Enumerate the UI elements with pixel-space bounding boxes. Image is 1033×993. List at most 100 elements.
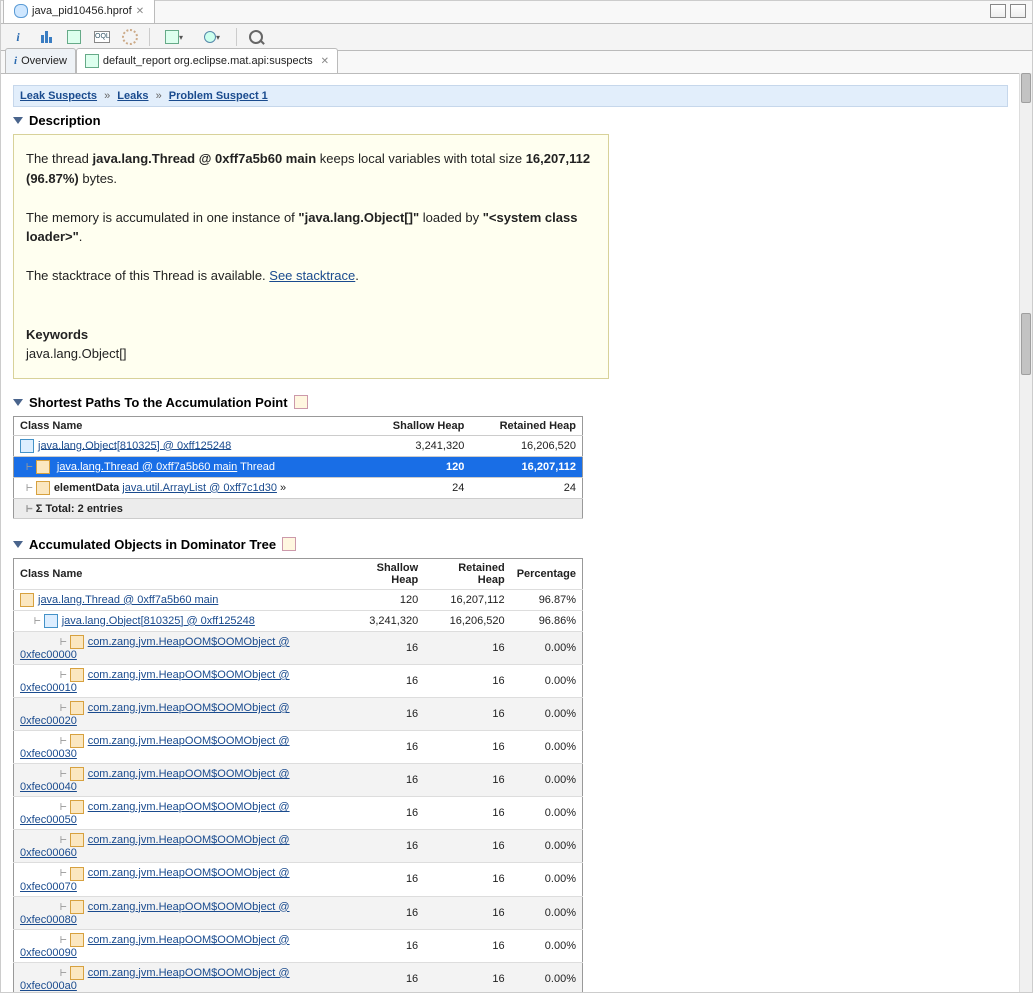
object-icon (70, 800, 84, 814)
scrollbar-thumb[interactable] (1021, 313, 1031, 375)
minimize-icon[interactable] (990, 4, 1006, 18)
section-title: Shortest Paths To the Accumulation Point (29, 395, 288, 410)
table-row[interactable]: ⊢ com.zang.jvm.HeapOOM$OOMObject @ 0xfec… (14, 731, 583, 764)
see-stacktrace-link[interactable]: See stacktrace (269, 268, 355, 283)
breadcrumb: Leak Suspects » Leaks » Problem Suspect … (13, 85, 1008, 107)
retained-heap: 16 (424, 731, 510, 764)
section-shortest-paths[interactable]: Shortest Paths To the Accumulation Point (13, 395, 1008, 410)
col-shallow[interactable]: Shallow Heap (343, 558, 424, 589)
db-icon[interactable]: ▾ (198, 28, 226, 46)
bar-chart-icon[interactable] (37, 28, 55, 46)
keywords-value: java.lang.Object[] (26, 344, 596, 364)
object-icon (70, 734, 84, 748)
info-icon[interactable]: i (9, 28, 27, 46)
gear-icon[interactable] (121, 28, 139, 46)
search-icon[interactable] (247, 28, 265, 46)
col-retained[interactable]: Retained Heap (424, 558, 510, 589)
object-icon (36, 481, 50, 495)
object-icon (36, 460, 50, 474)
object-icon (70, 933, 84, 947)
bc-problem-suspect[interactable]: Problem Suspect 1 (169, 90, 268, 102)
scrollbar-thumb[interactable] (1021, 73, 1031, 103)
editor-tab-title: java_pid10456.hprof (32, 5, 132, 17)
retained-heap: 16 (424, 797, 510, 830)
tab-label: default_report org.eclipse.mat.api:suspe… (103, 55, 313, 67)
total-row: ⊢ Σ Total: 2 entries (14, 498, 583, 518)
table-row[interactable]: ⊢ com.zang.jvm.HeapOOM$OOMObject @ 0xfec… (14, 664, 583, 697)
shallow-heap: 3,241,320 (343, 610, 424, 631)
shallow-heap: 16 (343, 929, 424, 962)
tab-report[interactable]: default_report org.eclipse.mat.api:suspe… (76, 48, 338, 73)
table-row[interactable]: ⊢ com.zang.jvm.HeapOOM$OOMObject @ 0xfec… (14, 830, 583, 863)
shallow-heap: 3,241,320 (365, 435, 470, 456)
class-link[interactable]: java.lang.Thread @ 0xff7a5b60 main (38, 594, 218, 606)
object-icon (70, 833, 84, 847)
shallow-heap: 120 (365, 456, 470, 477)
table-row[interactable]: java.lang.Object[810325] @ 0xff125248 3,2… (14, 435, 583, 456)
vertical-scrollbar[interactable] (1019, 73, 1032, 992)
col-class-name[interactable]: Class Name (14, 558, 343, 589)
class-link[interactable]: java.lang.Thread @ 0xff7a5b60 main (57, 461, 237, 473)
col-class-name[interactable]: Class Name (14, 416, 365, 435)
shortest-paths-table: Class Name Shallow Heap Retained Heap ja… (13, 416, 583, 519)
table-row[interactable]: ⊢ com.zang.jvm.HeapOOM$OOMObject @ 0xfec… (14, 764, 583, 797)
open-icon[interactable] (282, 537, 296, 551)
tab-overview[interactable]: i Overview (5, 48, 76, 73)
table-row[interactable]: ⊢ com.zang.jvm.HeapOOM$OOMObject @ 0xfec… (14, 697, 583, 730)
text: The thread (26, 151, 93, 166)
open-icon[interactable] (294, 395, 308, 409)
info-icon: i (14, 55, 17, 67)
class-link[interactable]: java.lang.Object[810325] @ 0xff125248 (38, 439, 231, 451)
table-row[interactable]: ⊢ com.zang.jvm.HeapOOM$OOMObject @ 0xfec… (14, 929, 583, 962)
retained-heap: 16,207,112 (470, 456, 582, 477)
bc-sep: » (104, 90, 110, 102)
col-percentage[interactable]: Percentage (511, 558, 583, 589)
bc-sep: » (156, 90, 162, 102)
close-icon[interactable]: ✕ (321, 56, 329, 67)
twistie-icon (13, 399, 23, 406)
table-row[interactable]: ⊢ com.zang.jvm.HeapOOM$OOMObject @ 0xfec… (14, 863, 583, 896)
text: keeps local variables with total size (316, 151, 526, 166)
class-link[interactable]: java.lang.Object[810325] @ 0xff125248 (62, 615, 255, 627)
object-icon (70, 900, 84, 914)
shallow-heap: 16 (343, 962, 424, 992)
object-icon (70, 635, 84, 649)
retained-heap: 16 (424, 929, 510, 962)
description-box: The thread java.lang.Thread @ 0xff7a5b60… (13, 134, 609, 379)
retained-heap: 16,206,520 (424, 610, 510, 631)
bc-leak-suspects[interactable]: Leak Suspects (20, 90, 97, 102)
section-description[interactable]: Description (13, 113, 1008, 128)
table-row[interactable]: ⊢ elementData java.util.ArrayList @ 0xff… (14, 477, 583, 498)
shallow-heap: 16 (343, 830, 424, 863)
table-row[interactable]: ⊢ com.zang.jvm.HeapOOM$OOMObject @ 0xfec… (14, 631, 583, 664)
col-retained[interactable]: Retained Heap (470, 416, 582, 435)
close-icon[interactable]: ✕ (136, 6, 144, 17)
table-row[interactable]: ⊢ java.lang.Thread @ 0xff7a5b60 main Thr… (14, 456, 583, 477)
table-row[interactable]: ⊢ com.zang.jvm.HeapOOM$OOMObject @ 0xfec… (14, 896, 583, 929)
table-row[interactable]: ⊢ java.lang.Object[810325] @ 0xff1252483… (14, 610, 583, 631)
query-icon[interactable]: OQL (93, 28, 111, 46)
table-row[interactable]: java.lang.Thread @ 0xff7a5b60 main 12016,… (14, 589, 583, 610)
section-dominator-tree[interactable]: Accumulated Objects in Dominator Tree (13, 537, 1008, 552)
class-icon (20, 439, 34, 453)
shallow-heap: 24 (365, 477, 470, 498)
shallow-heap: 120 (343, 589, 424, 610)
class-link[interactable]: java.util.ArrayList @ 0xff7c1d30 (122, 482, 277, 494)
percentage: 0.00% (511, 830, 583, 863)
col-shallow[interactable]: Shallow Heap (365, 416, 470, 435)
maximize-icon[interactable] (1010, 4, 1026, 18)
retained-heap: 16 (424, 631, 510, 664)
bc-leaks[interactable]: Leaks (117, 90, 148, 102)
retained-heap: 16,207,112 (424, 589, 510, 610)
tree-icon[interactable] (65, 28, 83, 46)
text: . (79, 229, 83, 244)
retained-heap: 16 (424, 697, 510, 730)
editor-tab[interactable]: java_pid10456.hprof ✕ (3, 0, 155, 23)
object-icon (70, 701, 84, 715)
table-row[interactable]: ⊢ com.zang.jvm.HeapOOM$OOMObject @ 0xfec… (14, 962, 583, 992)
report-icon[interactable]: ▾ (160, 28, 188, 46)
shallow-heap: 16 (343, 863, 424, 896)
table-row[interactable]: ⊢ com.zang.jvm.HeapOOM$OOMObject @ 0xfec… (14, 797, 583, 830)
retained-heap: 16 (424, 863, 510, 896)
retained-heap: 16 (424, 764, 510, 797)
